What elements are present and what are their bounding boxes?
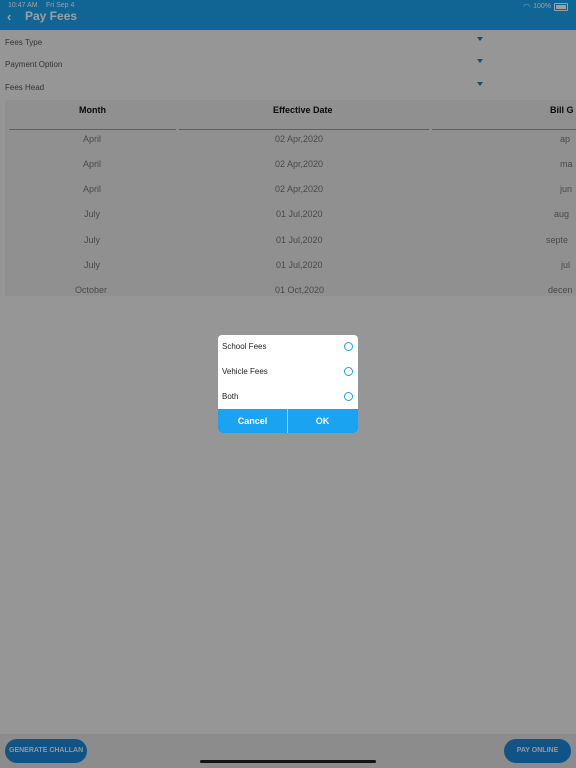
option-both[interactable]: Both bbox=[218, 385, 358, 409]
option-vehicle-fees[interactable]: Vehicle Fees bbox=[218, 360, 358, 384]
fees-option-dialog: School Fees Vehicle Fees Both Cancel OK bbox=[218, 335, 358, 433]
cancel-button[interactable]: Cancel bbox=[218, 409, 287, 433]
home-indicator[interactable] bbox=[200, 760, 376, 763]
radio-button[interactable] bbox=[344, 392, 353, 401]
option-label: Vehicle Fees bbox=[222, 367, 268, 376]
dialog-buttons: Cancel OK bbox=[218, 409, 358, 433]
ok-button[interactable]: OK bbox=[288, 409, 357, 433]
option-school-fees[interactable]: School Fees bbox=[218, 335, 358, 359]
option-label: School Fees bbox=[222, 342, 267, 351]
option-label: Both bbox=[222, 392, 239, 401]
radio-button[interactable] bbox=[344, 342, 353, 351]
radio-button[interactable] bbox=[344, 367, 353, 376]
